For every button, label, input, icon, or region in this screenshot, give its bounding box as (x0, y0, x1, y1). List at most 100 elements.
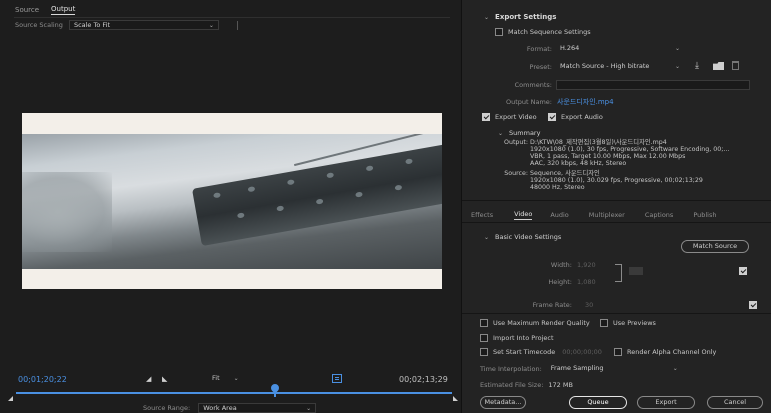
chevron-down-icon: ⌄ (233, 374, 239, 382)
summary-output-line: AAC, 320 kbps, 48 kHz, Stereo (530, 160, 627, 167)
height-value[interactable]: 1,080 (577, 278, 596, 286)
file-size-value: 172 MB (548, 381, 573, 389)
basic-video-header[interactable]: ⌄ Basic Video Settings (484, 233, 561, 241)
width-label: Width: (550, 261, 572, 269)
match-sequence-row[interactable]: Match Sequence Settings (495, 28, 591, 36)
video-preview (22, 113, 442, 289)
width-match-checkbox[interactable] (739, 267, 747, 275)
summary-output-line: VBR, 1 pass, Target 10.00 Mbps, Max 12.0… (530, 153, 686, 160)
summary-source-label: Source: (504, 170, 528, 177)
format-dropdown[interactable]: H.264 ⌄ (556, 44, 684, 54)
metadata-button[interactable]: Metadata... (480, 396, 526, 409)
use-previews-row[interactable]: Use Previews (600, 319, 656, 327)
start-timecode-value[interactable]: 00;00;00;00 (562, 348, 602, 356)
export-video-checkbox[interactable] (482, 113, 490, 121)
summary-source-line: Sequence, 사운드디자인 (530, 170, 600, 177)
preview-tabs: Source Output (15, 5, 76, 15)
link-bracket-icon (615, 264, 622, 282)
source-range-value: Work Area (203, 404, 237, 412)
source-scaling-value: Scale To Fit (73, 21, 111, 29)
zoom-value: Fit (212, 374, 220, 382)
frame-rate-match-checkbox[interactable] (749, 301, 758, 309)
render-alpha-row[interactable]: Render Alpha Channel Only (614, 348, 716, 356)
export-settings-header[interactable]: ⌄ Export Settings (484, 13, 556, 21)
match-sequence-checkbox[interactable] (495, 28, 503, 36)
export-audio-checkbox[interactable] (548, 113, 556, 121)
render-alpha-label: Render Alpha Channel Only (627, 348, 717, 356)
source-range-row: Source Range: Work Area ⌄ (143, 403, 317, 413)
time-interp-label: Time Interpolation: (480, 365, 542, 373)
match-source-button[interactable]: Match Source (681, 240, 749, 253)
chevron-down-icon: ⌄ (208, 22, 214, 29)
source-scaling-label: Source Scaling (15, 21, 63, 29)
tab-multiplexer[interactable]: Multiplexer (589, 211, 625, 219)
format-label: Format: (526, 45, 552, 53)
chevron-down-icon: ⌄ (672, 365, 678, 372)
summary-output-path: D:\KTW\08_제작편집(3월8일)\사운드디자인.mp4 (530, 139, 667, 146)
summary-output-label: Output: (504, 139, 528, 146)
source-scaling-row: Source Scaling Scale To Fit ⌄ (15, 20, 238, 30)
file-size-label: Estimated File Size: (480, 381, 544, 389)
width-value[interactable]: 1,920 (577, 261, 596, 269)
mark-out-icon[interactable]: ◣ (162, 375, 167, 383)
use-previews-label: Use Previews (613, 319, 656, 327)
max-render-checkbox[interactable] (480, 319, 488, 327)
current-timecode[interactable]: 00;01;20;22 (18, 375, 67, 384)
start-timecode-label: Set Start Timecode (493, 348, 556, 356)
summary-source-line: 48000 Hz, Stereo (530, 184, 585, 191)
render-alpha-checkbox[interactable] (614, 348, 622, 356)
source-scaling-dropdown[interactable]: Scale To Fit ⌄ (68, 20, 219, 30)
preset-label: Preset: (529, 63, 552, 71)
tab-effects[interactable]: Effects (471, 211, 493, 219)
time-interp-dropdown[interactable]: Frame Sampling ⌄ (547, 364, 682, 374)
out-point-icon[interactable] (453, 396, 458, 401)
video-frame (22, 134, 442, 269)
delete-preset-icon[interactable] (732, 61, 739, 70)
import-project-row[interactable]: Import Into Project (480, 334, 554, 342)
chain-link-icon[interactable] (629, 267, 643, 275)
export-settings-title: Export Settings (495, 13, 557, 21)
mark-in-icon[interactable]: ◢ (146, 375, 151, 383)
time-interp-value: Frame Sampling (550, 364, 604, 372)
tab-output[interactable]: Output (51, 5, 76, 15)
source-range-label: Source Range: (143, 404, 191, 412)
queue-button[interactable]: Queue (569, 396, 627, 409)
tab-video[interactable]: Video (514, 210, 533, 220)
duration-timecode: 00;02;13;29 (399, 375, 448, 384)
zoom-dropdown[interactable]: Fit ⌄ (212, 374, 239, 382)
output-name-link[interactable]: 사운드디자인.mp4 (557, 97, 614, 107)
chevron-down-icon: ⌄ (484, 233, 490, 241)
export-button[interactable]: Export (637, 396, 695, 409)
save-preset-icon[interactable]: ⤓ (695, 61, 699, 71)
start-timecode-checkbox[interactable] (480, 348, 488, 356)
timeline-track[interactable] (16, 392, 452, 394)
comments-input[interactable] (556, 80, 750, 90)
import-preset-icon[interactable] (713, 62, 724, 70)
cancel-button[interactable]: Cancel (707, 396, 763, 409)
in-point-icon[interactable] (8, 396, 13, 401)
tab-publish[interactable]: Publish (693, 211, 716, 219)
basic-video-title: Basic Video Settings (495, 233, 562, 241)
export-audio-row[interactable]: Export Audio (548, 113, 603, 121)
frame-rate-value[interactable]: 30 (585, 301, 593, 309)
format-value: H.264 (560, 44, 580, 52)
file-size-row: Estimated File Size: 172 MB (480, 381, 573, 389)
import-project-checkbox[interactable] (480, 334, 488, 342)
use-previews-checkbox[interactable] (600, 319, 608, 327)
export-audio-label: Export Audio (561, 113, 603, 121)
tab-source[interactable]: Source (15, 6, 39, 14)
summary-header[interactable]: ⌄ Summary (498, 129, 540, 137)
tab-captions[interactable]: Captions (645, 211, 674, 219)
source-range-dropdown[interactable]: Work Area ⌄ (198, 403, 317, 413)
export-video-row[interactable]: Export Video (482, 113, 537, 121)
chevron-down-icon: ⌄ (674, 45, 680, 52)
max-render-row[interactable]: Use Maximum Render Quality (480, 319, 590, 327)
output-name-label: Output Name: (505, 98, 552, 106)
preset-value: Match Source - High bitrate (560, 62, 650, 70)
start-timecode-row[interactable]: Set Start Timecode 00;00;00;00 (480, 348, 602, 356)
tab-audio[interactable]: Audio (550, 211, 568, 219)
aspect-ratio-correction-icon[interactable] (332, 374, 342, 383)
summary-output-line: 1920x1080 (1.0), 30 fps, Progressive, So… (530, 146, 730, 153)
settings-tabs: Effects Video Audio Multiplexer Captions… (471, 210, 717, 220)
preset-dropdown[interactable]: Match Source - High bitrate ⌄ (556, 62, 684, 72)
